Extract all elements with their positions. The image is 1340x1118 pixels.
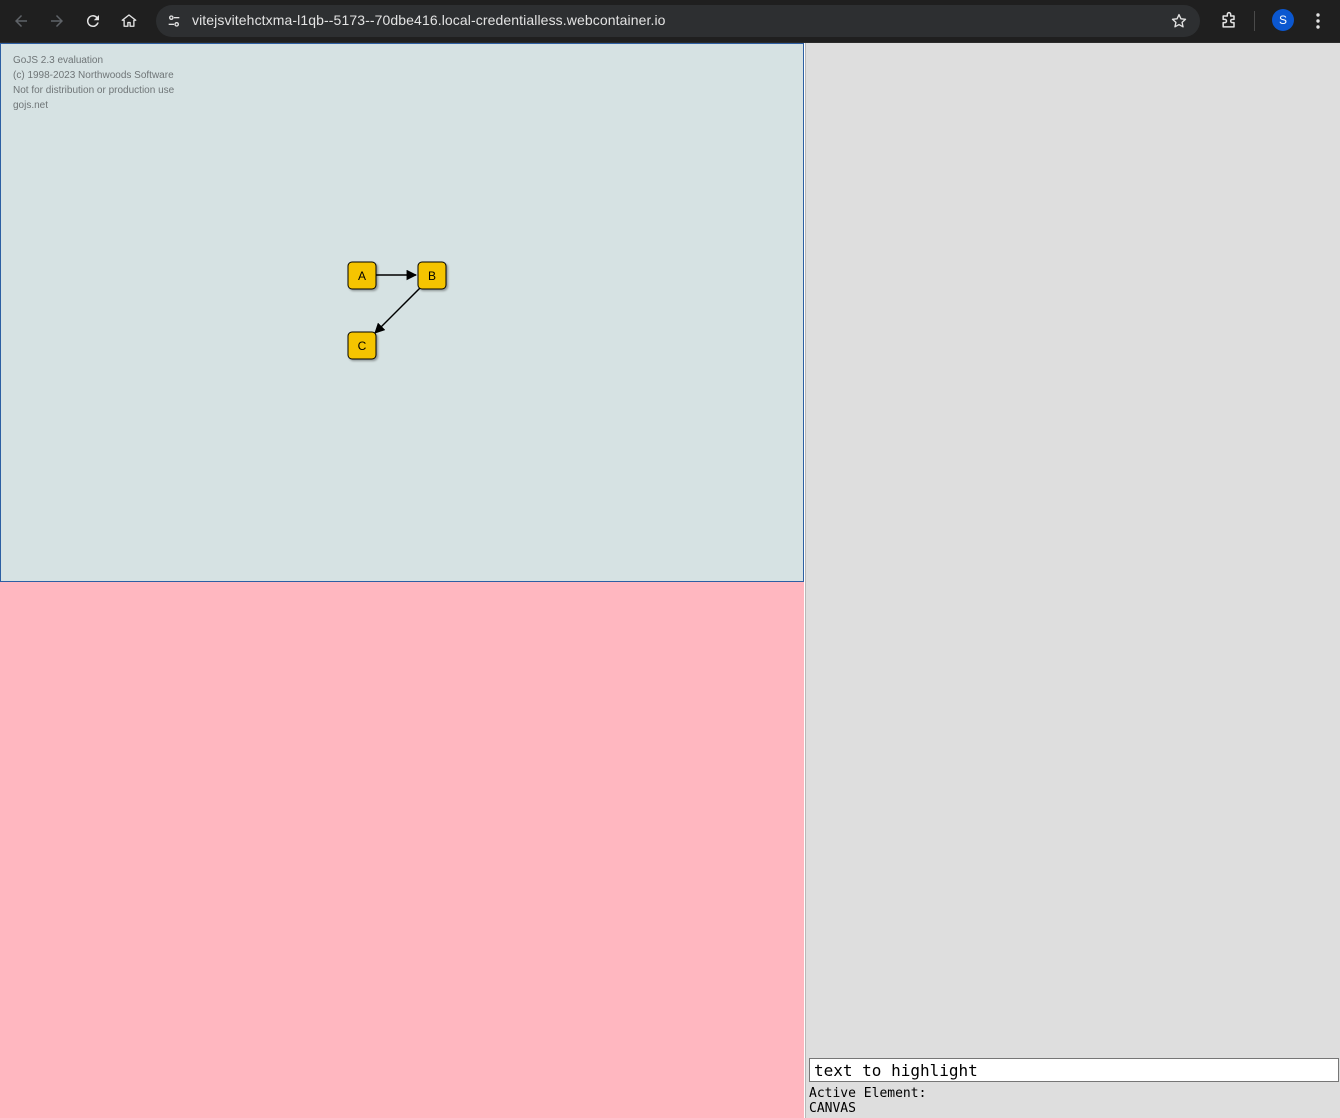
extensions-button[interactable] <box>1216 8 1242 34</box>
kebab-menu-icon <box>1316 13 1320 29</box>
highlight-text-input[interactable] <box>809 1058 1339 1082</box>
arrow-right-icon <box>51 15 63 27</box>
reload-button[interactable] <box>79 7 107 35</box>
lower-panel <box>0 582 804 1118</box>
browser-toolbar: vitejsvitehctxma-l1qb--5173--70dbe416.lo… <box>0 0 1340 43</box>
forward-button[interactable] <box>43 7 71 35</box>
active-element-label: Active Element: <box>809 1086 927 1101</box>
url-text: vitejsvitehctxma-l1qb--5173--70dbe416.lo… <box>192 12 666 28</box>
back-button[interactable] <box>7 7 35 35</box>
node-b-label: B <box>428 269 436 283</box>
node-b[interactable]: B <box>417 261 447 290</box>
node-c[interactable]: C <box>347 331 377 360</box>
active-element-value: CANVAS <box>809 1101 856 1116</box>
puzzle-icon <box>1222 11 1235 28</box>
diagram-canvas[interactable]: GoJS 2.3 evaluation (c) 1998-2023 Northw… <box>0 43 804 582</box>
browser-menu-button[interactable] <box>1306 8 1330 34</box>
home-icon <box>121 14 137 27</box>
link-b-c[interactable] <box>374 286 422 334</box>
node-a-label: A <box>358 269 366 283</box>
home-button[interactable] <box>115 7 143 35</box>
diagram-graph: A B C <box>347 261 447 360</box>
tune-icon <box>168 15 180 27</box>
arrow-left-icon <box>15 15 27 27</box>
reload-icon <box>86 15 99 28</box>
node-a[interactable]: A <box>347 261 377 290</box>
node-c-label: C <box>358 339 367 353</box>
active-element-readout: Active Element: CANVAS <box>809 1086 926 1116</box>
profile-avatar[interactable]: S <box>1272 9 1294 31</box>
side-panel: Active Element: CANVAS <box>805 43 1340 1118</box>
site-settings-button[interactable] <box>164 11 184 31</box>
address-bar[interactable]: vitejsvitehctxma-l1qb--5173--70dbe416.lo… <box>156 5 1200 37</box>
toolbar-divider <box>1254 11 1255 31</box>
star-icon[interactable] <box>1170 12 1188 30</box>
